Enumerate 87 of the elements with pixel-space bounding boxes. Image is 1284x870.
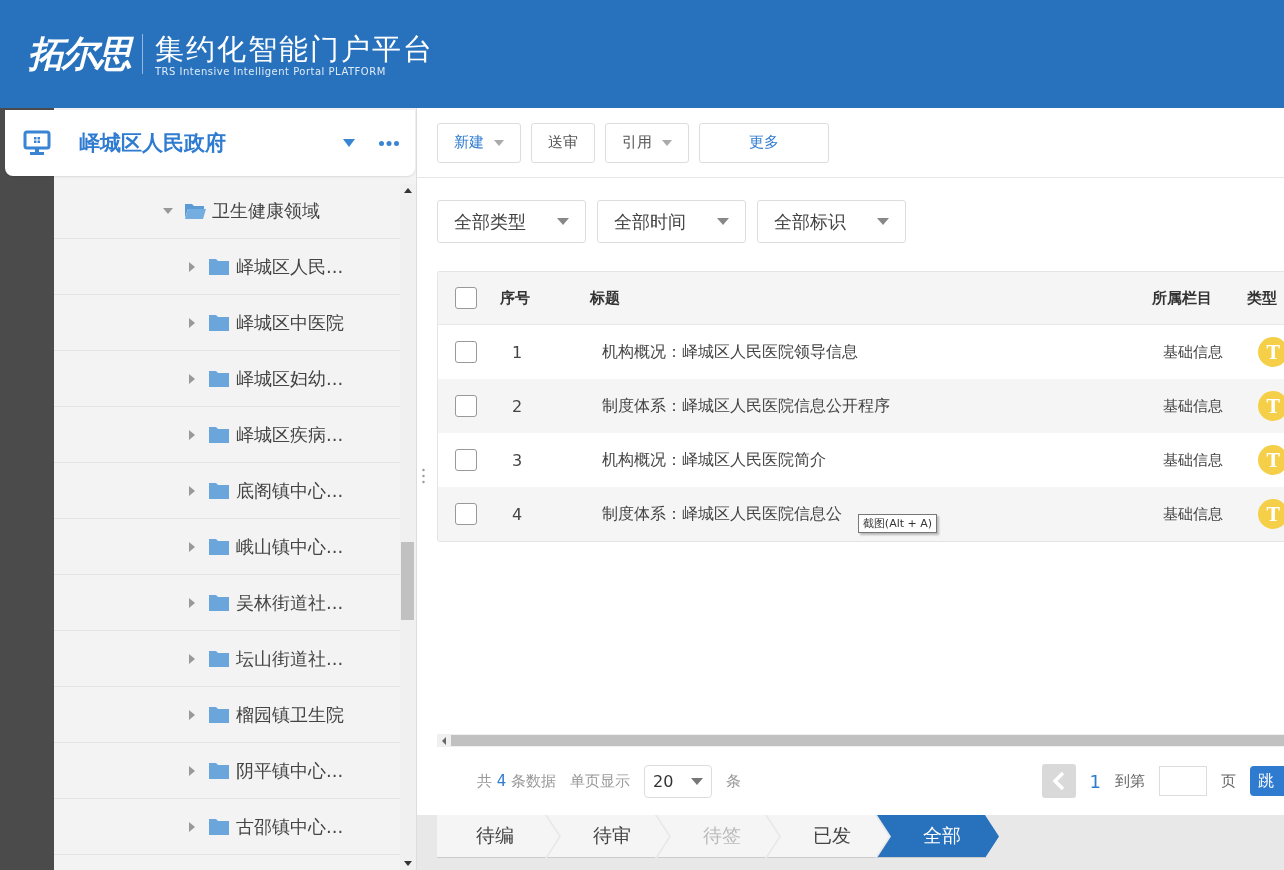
page-unit-label: 页 bbox=[1221, 771, 1236, 791]
tree-item[interactable]: 峄城区人民... bbox=[54, 239, 400, 295]
tree-item[interactable]: 峄城区中医院 bbox=[54, 295, 400, 351]
table-cell-text: 2 bbox=[510, 396, 524, 416]
caret-icon bbox=[557, 218, 569, 225]
tree-item[interactable]: 阴平镇中心... bbox=[54, 743, 400, 799]
type-badge: T bbox=[1258, 337, 1284, 367]
checkbox[interactable] bbox=[455, 395, 477, 417]
toolbar-button[interactable]: 更多 bbox=[699, 122, 829, 163]
chevron-left-icon bbox=[1051, 771, 1066, 791]
table-cell-text: 基础信息 bbox=[1163, 342, 1225, 362]
folder-icon bbox=[208, 705, 230, 724]
tree-item[interactable]: 峄城区妇幼... bbox=[54, 351, 400, 407]
tree-item[interactable]: 底阁镇中心... bbox=[54, 463, 400, 519]
site-selector[interactable]: 峄城区人民政府 bbox=[5, 110, 415, 176]
filter-dropdown[interactable]: 全部类型 bbox=[437, 200, 586, 243]
table-cell-text: 基础信息 bbox=[1163, 450, 1225, 470]
tooltip: 截图(Alt + A) bbox=[857, 513, 938, 533]
folder-icon bbox=[208, 257, 230, 276]
title-link[interactable]: 制度体系：峄城区人民医院信息公开程序 bbox=[601, 395, 890, 415]
monitor-icon bbox=[23, 130, 51, 156]
toolbar-button[interactable]: 引用 bbox=[605, 122, 689, 163]
status-tab[interactable]: 已发 bbox=[767, 815, 889, 858]
more-icon[interactable] bbox=[379, 140, 399, 146]
tree-item[interactable]: 吴林街道社... bbox=[54, 575, 400, 631]
jump-button[interactable]: 跳 bbox=[1250, 766, 1284, 796]
folder-icon bbox=[208, 313, 230, 332]
site-name: 峄城区人民政府 bbox=[79, 130, 227, 157]
caret-icon bbox=[494, 139, 504, 146]
toolbar-button[interactable]: 新建 bbox=[437, 122, 521, 163]
folder-icon bbox=[208, 761, 230, 780]
filter-dropdown[interactable]: 全部时间 bbox=[597, 200, 746, 243]
tree-item[interactable]: 卫生健康领域 bbox=[54, 184, 400, 239]
previous-page-button[interactable] bbox=[1041, 764, 1076, 798]
open-folder-icon bbox=[184, 202, 206, 220]
current-page[interactable]: 1 bbox=[1089, 770, 1101, 792]
status-tab[interactable]: 全部 bbox=[877, 815, 999, 858]
platform-subtitle: TRS Intensive Intelligent Portal PLATFORM bbox=[155, 65, 387, 77]
checkbox[interactable] bbox=[455, 449, 477, 471]
resize-handle[interactable] bbox=[422, 468, 425, 484]
caret-icon bbox=[717, 218, 729, 225]
type-badge: T bbox=[1258, 391, 1284, 421]
checkbox[interactable] bbox=[455, 287, 477, 309]
page-size-label: 单页显示 bbox=[570, 771, 631, 791]
status-tab[interactable]: 待编 bbox=[437, 815, 559, 858]
title-link[interactable]: 机构概况：峄城区人民医院领导信息 bbox=[601, 341, 858, 361]
unit-label: 条 bbox=[726, 771, 742, 791]
title-link[interactable]: 制度体系：峄城区人民医院信息公 bbox=[601, 503, 842, 523]
toolbar-button[interactable]: 送审 bbox=[531, 122, 595, 163]
table-cell-text: 1 bbox=[510, 342, 524, 362]
folder-icon bbox=[208, 425, 230, 444]
page-size-dropdown[interactable]: 20 bbox=[644, 764, 713, 798]
column-header: 所属栏目 bbox=[1152, 288, 1213, 308]
table-cell-text: 基础信息 bbox=[1163, 504, 1225, 524]
table-cell-text: 4 bbox=[510, 504, 524, 524]
checkbox[interactable] bbox=[455, 341, 477, 363]
total-count: 共 4 条数据 bbox=[477, 771, 557, 791]
type-badge: T bbox=[1258, 499, 1284, 529]
filter-dropdown[interactable]: 全部标识 bbox=[757, 200, 906, 243]
table-cell-text: 基础信息 bbox=[1163, 396, 1225, 416]
caret-icon bbox=[662, 139, 672, 146]
tree-item[interactable]: 古邵镇中心... bbox=[54, 799, 400, 855]
folder-icon bbox=[208, 481, 230, 500]
status-tab[interactable]: 待审 bbox=[547, 815, 669, 858]
column-header: 类型 bbox=[1247, 288, 1278, 308]
tree-item[interactable]: 峄城区疾病... bbox=[54, 407, 400, 463]
scrollbar[interactable] bbox=[437, 734, 1284, 747]
caret-icon bbox=[877, 218, 889, 225]
title-link[interactable]: 机构概况：峄城区人民医院简介 bbox=[601, 449, 826, 469]
column-header: 标题 bbox=[590, 288, 621, 308]
checkbox[interactable] bbox=[455, 503, 477, 525]
type-badge: T bbox=[1258, 445, 1284, 475]
folder-icon bbox=[208, 649, 230, 668]
platform-title: 集约化智能门户平台 bbox=[155, 31, 434, 66]
folder-icon bbox=[208, 537, 230, 556]
tree-item[interactable]: 坛山街道社... bbox=[54, 631, 400, 687]
folder-icon bbox=[208, 817, 230, 836]
column-header: 序号 bbox=[500, 288, 531, 308]
table-cell-text: 3 bbox=[510, 450, 524, 470]
page-input[interactable] bbox=[1159, 766, 1207, 796]
tree-item[interactable]: 峨山镇中心... bbox=[54, 519, 400, 575]
folder-icon bbox=[208, 593, 230, 612]
caret-icon[interactable] bbox=[343, 139, 355, 147]
goto-label: 到第 bbox=[1115, 771, 1145, 791]
folder-icon bbox=[208, 369, 230, 388]
caret-icon bbox=[691, 777, 704, 785]
tree-item[interactable]: 榴园镇卫生院 bbox=[54, 687, 400, 743]
